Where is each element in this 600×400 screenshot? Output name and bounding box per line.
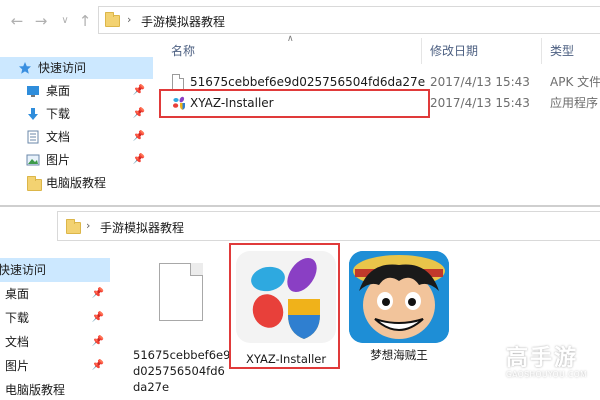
gaoshouyou-logo-icon [462,342,500,380]
nav-item-downloads[interactable]: 下载 📌 [0,306,110,330]
pin-icon[interactable]: 📌 [92,306,104,330]
pin-icon[interactable]: 📌 [133,126,145,148]
pin-icon[interactable]: 📌 [133,80,145,102]
watermark: 高手游 GAOSHOUYOU.COM [462,338,590,386]
column-header-date[interactable]: 修改日期 [430,40,478,62]
nav-item-pc-tutorials[interactable]: 电脑版教程 [0,378,110,400]
pin-icon[interactable]: 📌 [92,282,104,306]
folder-icon [27,176,42,191]
nav-item-documents[interactable]: 文档 📌 [0,330,110,354]
nav-item-label: 电脑版教程 [5,383,66,397]
file-type: APK 文件 [550,75,600,89]
breadcrumb-separator-icon[interactable]: › [127,13,131,26]
nav-item-label: 文档 [46,130,71,144]
document-icon [159,263,203,321]
nav-item-pictures[interactable]: 图片 📌 [0,354,110,378]
forward-arrow-icon[interactable]: → [32,12,50,30]
file-thumbnail [131,251,231,343]
documents-icon [27,130,39,144]
pin-icon[interactable]: 📌 [133,149,145,171]
nav-item-label: 桌面 [46,84,71,98]
sort-ascending-icon[interactable]: ∧ [287,34,294,44]
breadcrumb-separator-icon[interactable]: › [86,219,90,232]
nav-item-desktop[interactable]: 桌面 📌 [0,282,110,306]
file-caption: 梦想海贼王 [370,348,428,362]
nav-item-label: 下载 [5,311,30,325]
recent-locations-chevron-icon[interactable]: ∨ [56,12,74,30]
file-type: 应用程序 [550,96,599,110]
game-artwork [349,251,449,343]
nav-item-label: 文档 [5,335,30,349]
watermark-brand: 高手游 [506,346,579,371]
bottom-explorer-window: › 手游模拟器教程 快速访问 桌面 📌 下载 📌 文档 📌 图片 📌 电脑版教程 [0,207,600,400]
highlight-box [159,89,430,118]
nav-item-label: 电脑版教程 [46,176,107,190]
file-date: 2017/4/13 15:43 [430,96,530,110]
highlight-box [229,243,340,369]
document-icon [172,74,184,90]
nav-item-label: 图片 [46,153,71,167]
navigation-pane: 快速访问 桌面 📌 下载 📌 文档 📌 图片 📌 电脑版教程 [0,40,153,206]
address-bar[interactable]: › 手游模拟器教程 [57,211,600,241]
column-header-name[interactable]: 名称 [171,40,195,62]
nav-item-label: 快速访问 [0,263,47,277]
nav-item-downloads[interactable]: 下载 📌 [0,103,153,125]
navigation-pane: 快速访问 桌面 📌 下载 📌 文档 📌 图片 📌 电脑版教程 [0,247,110,400]
breadcrumb-folder[interactable]: 手游模拟器教程 [100,219,184,236]
nav-item-label: 桌面 [5,287,30,301]
folder-icon [105,12,120,27]
file-date: 2017/4/13 15:43 [430,75,530,89]
nav-item-pictures[interactable]: 图片 📌 [0,149,153,171]
star-icon [19,62,31,74]
nav-item-pc-tutorials[interactable]: 电脑版教程 [0,172,153,194]
up-arrow-icon[interactable]: ↑ [76,12,94,30]
back-arrow-icon[interactable]: ← [8,12,26,30]
nav-item-desktop[interactable]: 桌面 📌 [0,80,153,102]
pictures-icon [26,154,40,166]
navigation-bar: ← → ∨ ↑ › 手游模拟器教程 [0,0,600,40]
nav-item-documents[interactable]: 文档 📌 [0,126,153,148]
column-header-type[interactable]: 类型 [550,40,574,62]
nav-item-quick-access[interactable]: 快速访问 [0,258,110,282]
desktop-icon [27,86,39,97]
column-divider[interactable] [541,38,542,64]
nav-item-label: 图片 [5,359,30,373]
breadcrumb-folder[interactable]: 手游模拟器教程 [141,13,225,30]
pin-icon[interactable]: 📌 [92,330,104,354]
pin-icon[interactable]: 📌 [92,354,104,378]
nav-item-quick-access[interactable]: 快速访问 [0,57,153,79]
column-divider[interactable] [421,38,422,64]
address-bar[interactable]: › 手游模拟器教程 [98,6,600,34]
download-icon [28,108,38,120]
nav-item-label: 快速访问 [38,61,87,75]
pin-icon[interactable]: 📌 [133,103,145,125]
watermark-domain: GAOSHOUYOU.COM [506,370,588,379]
nav-item-label: 下载 [46,107,71,121]
top-explorer-window: ← → ∨ ↑ › 手游模拟器教程 快速访问 桌面 📌 下载 📌 文档 📌 图片… [0,0,600,206]
game-icon [349,251,449,343]
folder-icon [66,219,81,234]
file-caption: 51675cebbef6e9d025756504fd6da27e [133,348,231,394]
